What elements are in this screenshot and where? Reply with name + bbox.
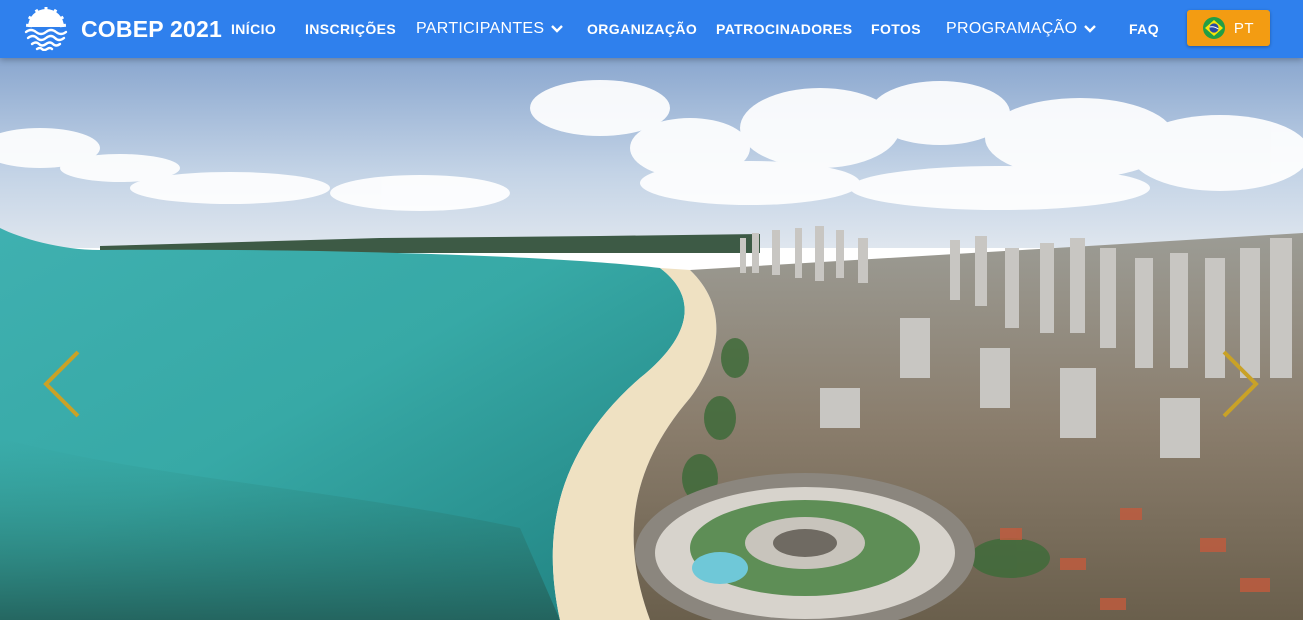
- brazil-flag-icon: [1202, 17, 1225, 39]
- chevron-down-icon: [1084, 25, 1097, 33]
- nav-participantes-label: PARTICIPANTES: [416, 20, 545, 37]
- sun-waves-logo-icon: [24, 7, 68, 51]
- nav-fotos[interactable]: FOTOS: [871, 0, 921, 58]
- nav-programacao-dropdown[interactable]: PROGRAMAÇÃO: [946, 0, 1097, 58]
- nav-faq[interactable]: FAQ: [1129, 0, 1159, 58]
- nav-participantes-dropdown[interactable]: PARTICIPANTES: [416, 0, 564, 58]
- nav-inicio[interactable]: INÍCIO: [231, 0, 276, 58]
- nav-patrocinadores[interactable]: PATROCINADORES: [716, 0, 853, 58]
- nav-programacao-label: PROGRAMAÇÃO: [946, 20, 1078, 37]
- language-label: PT: [1233, 19, 1255, 37]
- brand-name: COBEP 2021: [81, 15, 222, 42]
- nav-organizacao[interactable]: ORGANIZAÇÃO: [587, 0, 697, 58]
- language-button[interactable]: PT: [1187, 10, 1270, 46]
- top-navbar: COBEP 2021 INÍCIO INSCRIÇÕES PARTICIPANT…: [0, 0, 1303, 58]
- hero-carousel: [0, 58, 1303, 620]
- chevron-down-icon: [551, 25, 564, 33]
- brand[interactable]: COBEP 2021: [22, 6, 222, 52]
- nav-inscricoes[interactable]: INSCRIÇÕES: [305, 0, 396, 58]
- carousel-prev-chevron-left-icon[interactable]: [40, 348, 84, 420]
- hero-image-joao-pessoa-beach: [0, 58, 1303, 620]
- carousel-next-chevron-right-icon[interactable]: [1218, 348, 1262, 420]
